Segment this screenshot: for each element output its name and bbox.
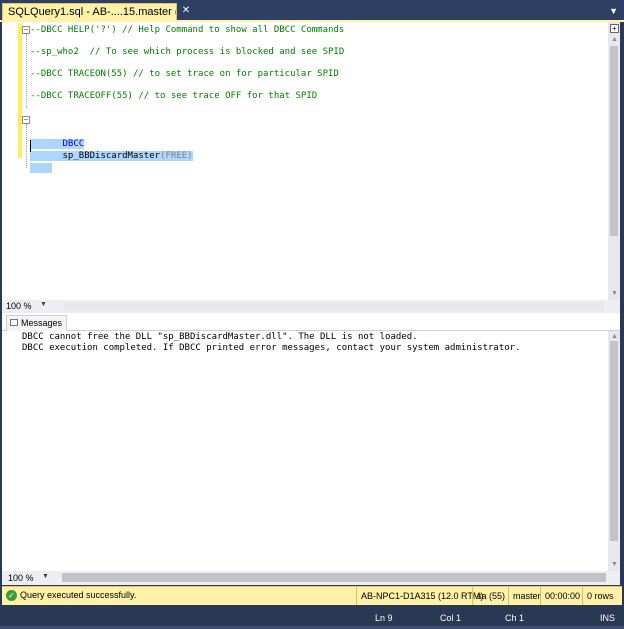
scroll-up-icon[interactable]: ▲ [611,333,618,340]
messages-icon [10,319,18,326]
query-tab-title: SQLQuery1.sql - AB-....15.master (sa (55… [8,6,176,18]
code-line-3: --DBCC TRACEON(55) // to set trace on fo… [30,69,339,79]
line-number: Ln 9 [375,613,393,623]
query-status-bar: ✓ Query executed successfully. AB-NPC1-D… [2,586,622,605]
results-horizontal-scrollbar[interactable] [62,573,606,582]
results-bottom-bar: 100 % ▼ [2,571,620,585]
row-count: 0 rows [582,587,621,605]
code-line-2: --sp_who2 // To see which process is blo… [30,47,345,57]
statement-keyword: DBCC [62,139,85,149]
messages-pane[interactable]: DBCC cannot free the DLL "sp_BBDiscardMa… [2,331,620,571]
scroll-down-icon[interactable]: ▼ [611,561,618,568]
code-line-statement: DBCC sp_BBDiscardMaster(FREE) [30,114,193,186]
zoom-dropdown-icon[interactable]: ▼ [42,573,49,580]
editor-zoom-level[interactable]: 100 % [6,301,32,311]
query-tab[interactable]: SQLQuery1.sql - AB-....15.master (sa (55… [2,3,177,21]
collapse-icon[interactable]: − [22,116,30,124]
message-line-1: DBCC cannot free the DLL "sp_BBDiscardMa… [22,332,418,342]
tab-dropdown-icon[interactable]: ▼ [609,5,618,17]
sql-editor[interactable]: − − --DBCC HELP('?') // Help Command to … [2,22,620,300]
close-tab-icon[interactable]: ✕ [180,5,192,17]
editor-bottom-bar: 100 % ▼ [2,300,620,313]
zoom-dropdown-icon[interactable]: ▼ [40,301,47,308]
elapsed-time: 00:00:00 [540,587,583,605]
statement-name: sp_BBDiscardMaster [62,151,161,161]
split-icon[interactable]: + [610,24,619,33]
tab-messages-label: Messages [21,318,63,328]
statement-args: (FREE) [160,151,193,161]
document-tab-strip: SQLQuery1.sql - AB-....15.master (sa (55… [0,0,624,22]
tab-messages[interactable]: Messages [6,315,68,331]
user-info: sa (55) [472,587,509,605]
database-info: master [508,587,543,605]
query-status-message: Query executed successfully. [20,590,137,600]
code-line-1: --DBCC HELP('?') // Help Command to show… [30,25,345,35]
scroll-up-icon[interactable]: ▲ [611,36,618,43]
editor-scroll-thumb[interactable] [610,46,618,236]
editor-horizontal-scrollbar[interactable] [64,302,604,311]
message-line-2: DBCC execution completed. If DBCC printe… [22,343,521,353]
server-info: AB-NPC1-D1A315 (12.0 RTM) [356,587,483,605]
collapse-icon[interactable]: − [22,26,30,34]
messages-scroll-thumb[interactable] [610,341,618,541]
check-circle-icon: ✓ [6,590,17,601]
column-number: Col 1 [440,613,462,623]
code-line-4: --DBCC TRACEOFF(55) // to see trace OFF … [30,91,318,101]
fold-guide [26,34,27,108]
change-indicator-bar [18,24,22,158]
fold-guide [26,124,27,168]
text-caret [30,140,31,152]
char-number: Ch 1 [505,613,525,623]
insert-mode: INS [600,613,616,623]
results-tab-strip: Messages [2,313,620,331]
results-zoom-level[interactable]: 100 % [8,573,34,583]
scroll-down-icon[interactable]: ▼ [611,290,618,297]
